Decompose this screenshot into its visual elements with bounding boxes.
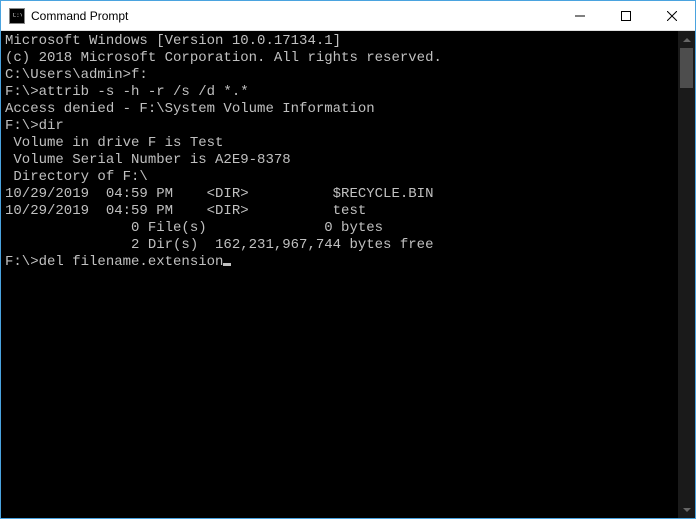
terminal-line: F:\>attrib -s -h -r /s /d *.* bbox=[5, 84, 674, 101]
terminal-line: 10/29/2019 04:59 PM <DIR> test bbox=[5, 203, 674, 220]
app-icon: C:\ bbox=[9, 8, 25, 24]
chevron-up-icon bbox=[683, 36, 691, 44]
terminal-line: Access denied - F:\System Volume Informa… bbox=[5, 101, 674, 118]
terminal-line: Volume Serial Number is A2E9-8378 bbox=[5, 152, 674, 169]
terminal-line: 10/29/2019 04:59 PM <DIR> $RECYCLE.BIN bbox=[5, 186, 674, 203]
titlebar[interactable]: C:\ Command Prompt bbox=[1, 1, 695, 31]
terminal-line: Microsoft Windows [Version 10.0.17134.1] bbox=[5, 33, 674, 50]
window-controls bbox=[557, 1, 695, 30]
scroll-up-button[interactable] bbox=[678, 31, 695, 48]
chevron-down-icon bbox=[683, 506, 691, 514]
terminal-line: F:\>del filename.extension bbox=[5, 254, 674, 271]
terminal-output[interactable]: Microsoft Windows [Version 10.0.17134.1]… bbox=[1, 31, 678, 518]
scroll-thumb[interactable] bbox=[680, 48, 693, 88]
terminal-line: C:\Users\admin>f: bbox=[5, 67, 674, 84]
terminal-line: Directory of F:\ bbox=[5, 169, 674, 186]
terminal-line: 2 Dir(s) 162,231,967,744 bytes free bbox=[5, 237, 674, 254]
terminal-line: (c) 2018 Microsoft Corporation. All righ… bbox=[5, 50, 674, 67]
terminal-area: Microsoft Windows [Version 10.0.17134.1]… bbox=[1, 31, 695, 518]
command-prompt-window: C:\ Command Prompt Microsoft Windows [Ve… bbox=[0, 0, 696, 519]
close-button[interactable] bbox=[649, 1, 695, 30]
terminal-line: 0 File(s) 0 bytes bbox=[5, 220, 674, 237]
maximize-button[interactable] bbox=[603, 1, 649, 30]
scroll-track[interactable] bbox=[678, 48, 695, 501]
window-title: Command Prompt bbox=[31, 9, 557, 23]
terminal-line: Volume in drive F is Test bbox=[5, 135, 674, 152]
app-icon-text: C:\ bbox=[13, 13, 22, 19]
vertical-scrollbar[interactable] bbox=[678, 31, 695, 518]
minimize-button[interactable] bbox=[557, 1, 603, 30]
minimize-icon bbox=[575, 11, 585, 21]
cursor bbox=[223, 263, 231, 266]
maximize-icon bbox=[621, 11, 631, 21]
scroll-down-button[interactable] bbox=[678, 501, 695, 518]
terminal-line: F:\>dir bbox=[5, 118, 674, 135]
close-icon bbox=[667, 11, 677, 21]
